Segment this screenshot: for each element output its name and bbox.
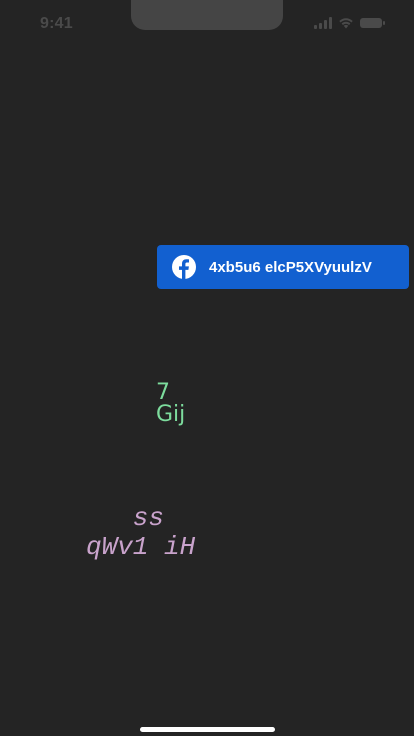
battery-icon bbox=[360, 18, 385, 28]
home-indicator[interactable] bbox=[140, 727, 275, 732]
mono-text-line-2: qWv1 iH bbox=[86, 532, 196, 562]
wifi-icon bbox=[339, 18, 353, 29]
facebook-icon bbox=[172, 255, 196, 279]
mono-text-block: ss qWv1 iH bbox=[86, 504, 195, 562]
green-text-line-1: 7 bbox=[156, 380, 170, 405]
cellular-signal-icon bbox=[314, 17, 332, 29]
status-icons bbox=[314, 17, 385, 29]
green-text-line-2: Gij bbox=[156, 402, 186, 427]
facebook-button-label: 4xb5u6 elcP5XVyuulzV bbox=[209, 258, 372, 276]
status-time: 9:41 bbox=[40, 15, 73, 32]
device-notch bbox=[131, 0, 283, 30]
mono-text-line-1: ss bbox=[86, 503, 165, 533]
app-screen: 9:41 4xb5u6 elcP5XVyuulzV 7 Gij ss qWv1 … bbox=[0, 0, 414, 736]
green-text-block: 7 Gij bbox=[156, 382, 185, 426]
facebook-login-button[interactable]: 4xb5u6 elcP5XVyuulzV bbox=[157, 245, 409, 289]
